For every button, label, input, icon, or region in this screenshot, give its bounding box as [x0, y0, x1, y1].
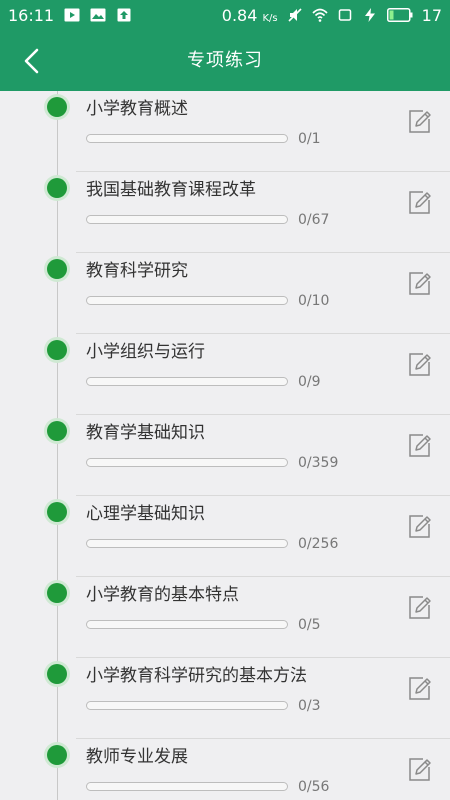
list-item[interactable]: 小学教育科学研究的基本方法 0/3 [0, 658, 450, 739]
topic-title: 小学教育科学研究的基本方法 [86, 666, 307, 686]
topic-title: 教师专业发展 [86, 747, 188, 767]
timeline-dot [47, 502, 67, 522]
progress-bar [86, 215, 288, 224]
topic-title: 小学组织与运行 [86, 342, 205, 362]
progress-count: 0/1 [298, 131, 321, 147]
timeline-dot [47, 97, 67, 117]
topic-title: 心理学基础知识 [86, 504, 205, 524]
edit-icon[interactable] [406, 512, 434, 540]
progress-count: 0/3 [298, 698, 321, 714]
list-item[interactable]: 小学组织与运行 0/9 [0, 334, 450, 415]
edit-icon[interactable] [406, 188, 434, 216]
page-title: 专项练习 [187, 50, 263, 71]
progress-count: 0/9 [298, 374, 321, 390]
progress-count: 0/359 [298, 455, 339, 471]
timeline-dot [47, 664, 67, 684]
wifi-icon [312, 8, 328, 22]
progress-bar [86, 134, 288, 143]
sim-icon [338, 9, 351, 21]
list-item[interactable]: 心理学基础知识 0/256 [0, 496, 450, 577]
list-item[interactable]: 教育学基础知识 0/359 [0, 415, 450, 496]
image-icon [90, 8, 106, 22]
progress-bar [86, 782, 288, 791]
edit-icon[interactable] [406, 593, 434, 621]
progress-count: 0/67 [298, 212, 330, 228]
network-speed: 0.84 K/s [221, 5, 278, 25]
topic-title: 小学教育概述 [86, 99, 188, 119]
battery-level: 17 [421, 5, 442, 25]
progress-count: 0/256 [298, 536, 339, 552]
status-time: 16:11 [8, 5, 55, 25]
list-item[interactable]: 教育科学研究 0/10 [0, 253, 450, 334]
progress-count: 0/5 [298, 617, 321, 633]
list-item[interactable]: 教师专业发展 0/56 [0, 739, 450, 800]
timeline-dot [47, 421, 67, 441]
mute-icon [288, 8, 302, 22]
timeline-dot [47, 178, 67, 198]
timeline-dot [47, 745, 67, 765]
edit-icon[interactable] [406, 269, 434, 297]
timeline-dot [47, 340, 67, 360]
timeline-dot [47, 259, 67, 279]
charging-icon [364, 8, 375, 22]
video-icon [64, 8, 80, 22]
progress-bar [86, 296, 288, 305]
progress-bar [86, 377, 288, 386]
upload-icon [117, 8, 131, 22]
timeline-dot [47, 583, 67, 603]
edit-icon[interactable] [406, 755, 434, 783]
edit-icon[interactable] [406, 107, 434, 135]
topic-list[interactable]: 小学教育概述 0/1 我国基础教育课程改革 0/67 教育科学研究 0/10 小… [0, 91, 450, 800]
edit-icon[interactable] [406, 350, 434, 378]
progress-bar [86, 620, 288, 629]
status-bar: 16:11 0.84 K/s 17 [0, 0, 450, 30]
list-item[interactable]: 小学教育概述 0/1 [0, 91, 450, 172]
topic-title: 小学教育的基本特点 [86, 585, 239, 605]
edit-icon[interactable] [406, 674, 434, 702]
topic-title: 我国基础教育课程改革 [86, 180, 256, 200]
progress-count: 0/10 [298, 293, 330, 309]
progress-bar [86, 701, 288, 710]
list-item[interactable]: 我国基础教育课程改革 0/67 [0, 172, 450, 253]
topic-title: 教育科学研究 [86, 261, 188, 281]
progress-count: 0/56 [298, 779, 330, 795]
progress-bar [86, 458, 288, 467]
edit-icon[interactable] [406, 431, 434, 459]
progress-bar [86, 539, 288, 548]
topic-title: 教育学基础知识 [86, 423, 205, 443]
app-bar: 专项练习 [0, 30, 450, 91]
list-item[interactable]: 小学教育的基本特点 0/5 [0, 577, 450, 658]
battery-icon [386, 8, 413, 22]
